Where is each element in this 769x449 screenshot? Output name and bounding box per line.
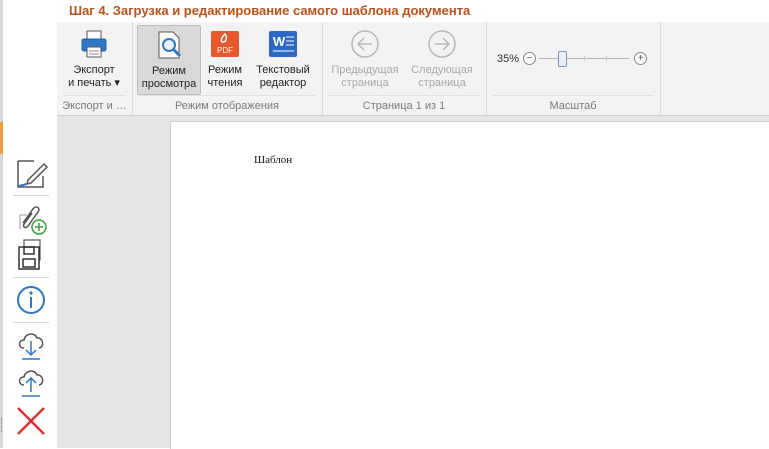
- group-separator: [138, 95, 316, 96]
- edit-document-icon: [17, 160, 49, 188]
- view-mode-label-line2: просмотра: [141, 78, 197, 90]
- save-button[interactable]: [15, 238, 49, 272]
- page-group: Предыдущая страница Следующая страница С…: [322, 22, 487, 115]
- delete-icon: [17, 407, 45, 435]
- cloud-upload-button[interactable]: [15, 365, 49, 399]
- export-label-line1: Экспорт: [73, 64, 115, 76]
- export-print-button[interactable]: Экспорт и печать ▾: [65, 25, 123, 93]
- view-mode-group: Режим просмотра PDF Режим чтения W Текст…: [132, 22, 323, 115]
- next-page-label-line1: Следующая: [411, 64, 473, 76]
- arrow-right-circle-icon: [426, 28, 458, 60]
- pdf-badge-text: PDF: [217, 46, 233, 55]
- cloud-download-icon: [18, 333, 44, 360]
- word-icon: W: [267, 28, 299, 60]
- save-icon: [18, 239, 41, 270]
- window-title: Шаг 4. Загрузка и редактирование самого …: [69, 3, 471, 18]
- zoom-in-button[interactable]: +: [634, 52, 647, 65]
- magnifier-document-icon: [153, 29, 185, 61]
- page-counter-label: Страница 1 из 1: [362, 100, 446, 112]
- text-editor-label-line2: редактор: [259, 77, 307, 89]
- export-label-line2: и печать ▾: [68, 77, 120, 89]
- view-mode-group-label: Режим отображения: [174, 100, 280, 112]
- attach-add-button[interactable]: [15, 201, 49, 235]
- pdf-icon: PDF: [209, 28, 241, 60]
- left-sidebar: [3, 115, 57, 448]
- text-editor-button[interactable]: W Текстовый редактор: [252, 25, 314, 93]
- cloud-download-button[interactable]: [15, 328, 49, 362]
- group-separator: [328, 95, 480, 96]
- read-mode-label-line1: Режим: [208, 64, 242, 76]
- group-separator: [492, 95, 654, 96]
- zoom-slider-tick: [584, 56, 585, 61]
- zoom-slider-tick: [606, 56, 607, 61]
- info-icon: [17, 286, 45, 314]
- sidebar-divider: [13, 195, 49, 196]
- minus-icon: −: [526, 53, 533, 64]
- printer-icon: [78, 28, 110, 60]
- document-page: Шаблон: [170, 121, 769, 449]
- delete-button[interactable]: [15, 405, 49, 439]
- info-button[interactable]: [15, 283, 49, 317]
- zoom-group: 35% − + Масштаб: [486, 22, 661, 115]
- edit-document-button[interactable]: [15, 156, 49, 190]
- view-mode-button[interactable]: Режим просмотра: [137, 25, 201, 95]
- sidebar-divider: [13, 322, 49, 323]
- plus-icon: +: [637, 53, 644, 64]
- arrow-left-circle-icon: [349, 28, 381, 60]
- previous-page-label-line1: Предыдущая: [331, 64, 399, 76]
- zoom-out-button[interactable]: −: [523, 52, 536, 65]
- read-mode-label-line2: чтения: [207, 77, 243, 89]
- cloud-upload-icon: [18, 370, 44, 397]
- read-mode-button[interactable]: PDF Режим чтения: [202, 25, 248, 93]
- previous-page-label-line2: страница: [341, 77, 389, 89]
- attach-add-icon: [19, 206, 47, 235]
- sidebar-divider: [13, 277, 49, 278]
- title-bar: Шаг 4. Загрузка и редактирование самого …: [57, 0, 769, 23]
- next-page-button[interactable]: Следующая страница: [406, 25, 478, 93]
- group-separator: [63, 95, 126, 96]
- text-editor-label-line1: Текстовый: [256, 64, 310, 76]
- next-page-label-line2: страница: [418, 77, 466, 89]
- export-group-label: Экспорт и …: [62, 100, 127, 112]
- ribbon-toolbar: Экспорт и печать ▾ Экспорт и … Режим про…: [57, 22, 769, 116]
- view-mode-label-line1: Режим: [152, 65, 186, 77]
- word-badge-text: W: [273, 34, 286, 49]
- document-text: Шаблон: [254, 154, 293, 166]
- zoom-percent: 35%: [497, 53, 520, 65]
- zoom-slider-thumb[interactable]: [558, 51, 568, 67]
- previous-page-button[interactable]: Предыдущая страница: [328, 25, 402, 93]
- export-group: Экспорт и печать ▾ Экспорт и …: [57, 22, 133, 115]
- zoom-group-label: Масштаб: [549, 100, 597, 112]
